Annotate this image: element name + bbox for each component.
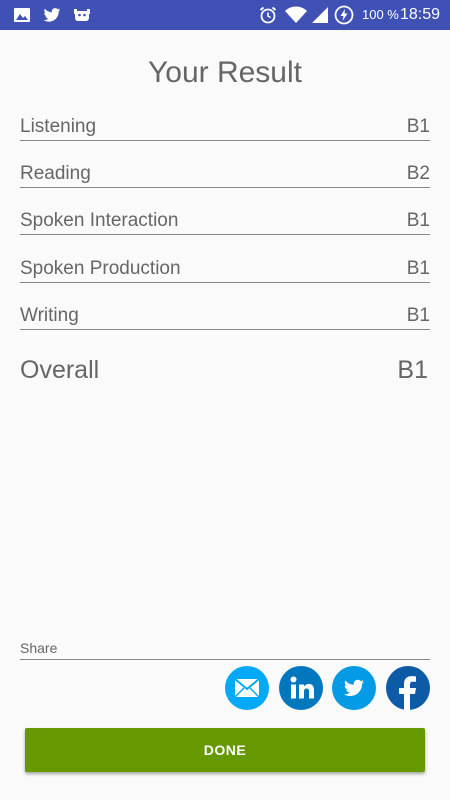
done-button[interactable]: DONE <box>25 728 425 772</box>
battery-saver-icon <box>334 5 354 25</box>
linkedin-share-button[interactable] <box>279 666 323 710</box>
result-value: B1 <box>406 305 430 326</box>
result-row-writing: Writing B1 <box>20 304 430 330</box>
facebook-share-button[interactable] <box>386 666 430 710</box>
signal-icon <box>310 5 330 25</box>
share-label: Share <box>20 640 430 660</box>
overall-label: Overall <box>20 356 100 384</box>
email-share-button[interactable] <box>225 666 269 710</box>
result-row-listening: Listening B1 <box>20 115 430 141</box>
twitter-share-button[interactable] <box>332 666 376 710</box>
clock: 18:59 <box>399 6 440 23</box>
twitter-icon <box>42 5 62 25</box>
result-label: Spoken Interaction <box>20 210 179 231</box>
result-value: B1 <box>406 258 430 279</box>
result-label: Reading <box>20 163 91 184</box>
result-label: Writing <box>20 305 79 326</box>
email-icon <box>234 678 260 698</box>
result-row-spoken-interaction: Spoken Interaction B1 <box>20 209 430 235</box>
image-icon <box>12 5 32 25</box>
alarm-icon <box>258 5 278 25</box>
result-label: Spoken Production <box>20 258 181 279</box>
result-value: B1 <box>406 116 430 137</box>
linkedin-icon <box>290 676 314 699</box>
overall-value: B1 <box>397 356 428 384</box>
result-row-spoken-production: Spoken Production B1 <box>20 257 430 283</box>
battery-percent: 100 % <box>362 7 399 22</box>
page-title: Your Result <box>148 56 302 89</box>
twitter-icon <box>344 679 364 696</box>
status-bar: 100 % 18:59 <box>0 0 450 30</box>
result-label: Listening <box>20 116 97 137</box>
result-value: B1 <box>406 210 430 231</box>
result-value: B2 <box>406 163 430 184</box>
android-debug-icon <box>72 5 92 25</box>
overall-row: Overall B1 <box>20 354 430 388</box>
result-row-reading: Reading B2 <box>20 162 430 188</box>
wifi-icon <box>284 5 308 25</box>
facebook-icon <box>399 676 416 710</box>
